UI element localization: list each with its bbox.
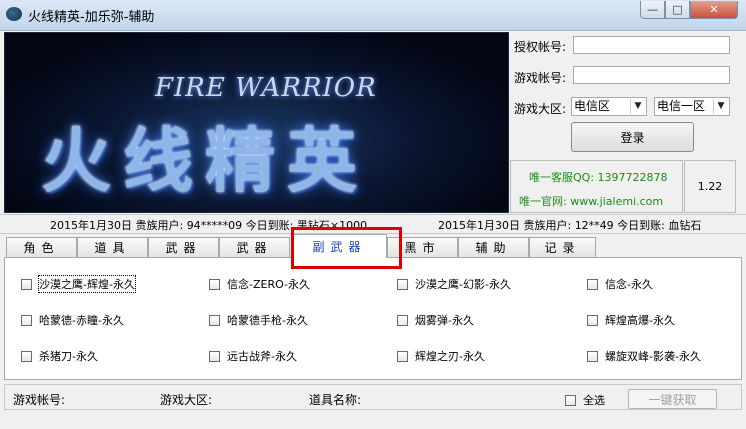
footer-game-region-label: 游戏大区: [160,393,213,407]
item-label: 哈蒙德-赤瞳-永久 [39,314,124,327]
region-select-2-value: 电信一区 [657,99,706,113]
checkbox[interactable] [21,278,32,290]
item-checkbox[interactable]: 烟雾弹-永久 [397,312,474,328]
item-checkbox[interactable]: 沙漠之鹰-幻影-永久 [397,276,511,292]
official-site: 唯一官网: www.jialemi.com [519,195,664,208]
item-checkbox[interactable]: 沙漠之鹰-辉煌-永久 [21,275,136,293]
item-checkbox[interactable]: 哈蒙德手枪-永久 [209,312,308,328]
tab-character[interactable]: 角色 [6,237,77,257]
window-title: 火线精英-加乐弥-辅助 [28,10,155,25]
item-label: 螺旋双峰-影袭-永久 [605,350,701,363]
item-checkbox[interactable]: 螺旋双峰-影袭-永久 [587,348,701,364]
banner-title: 火线精英 [41,120,369,202]
region-select-2[interactable]: 电信一区 ▼ [654,97,730,116]
item-label: 信念-ZERO-永久 [227,278,311,291]
info-box: 唯一客服QQ: 1397722878 唯一官网: www.jialemi.com [510,160,683,213]
maximize-button[interactable]: □ [665,1,690,19]
checkbox[interactable] [587,350,598,362]
item-label: 沙漠之鹰-幻影-永久 [415,278,511,291]
item-checkbox[interactable]: 杀猪刀-永久 [21,348,98,364]
select-all-label: 全选 [583,394,605,407]
checkbox[interactable] [587,278,598,290]
item-label: 辉煌之刃-永久 [415,350,485,363]
checkbox[interactable] [21,350,32,362]
tab-assist[interactable]: 辅助 [458,237,529,257]
region-select-1[interactable]: 电信区 ▼ [571,97,647,116]
item-label: 烟雾弹-永久 [415,314,474,327]
item-label: 杀猪刀-永久 [39,350,98,363]
tab-weapons[interactable]: 武器 [148,237,219,257]
minimize-button[interactable]: — [640,1,665,19]
item-label: 沙漠之鹰-辉煌-永久 [38,275,136,293]
item-checkbox[interactable]: 远古战斧-永久 [209,348,297,364]
checkbox[interactable] [209,314,220,326]
item-label: 辉煌高爆-永久 [605,314,675,327]
close-button[interactable]: ✕ [690,1,738,19]
banner-image: FIRE WARRIOR 火线精英 [4,32,509,213]
tab-props[interactable]: 道具 [77,237,148,257]
tab-weapons-2[interactable]: 武器 [219,237,290,257]
item-label: 信念-永久 [605,278,653,291]
item-checkbox[interactable]: 信念-永久 [587,276,653,292]
checkbox[interactable] [587,314,598,326]
chevron-down-icon: ▼ [630,99,645,114]
highlight-box [291,227,402,269]
chevron-down-icon: ▼ [713,99,728,114]
app-icon [6,7,22,21]
item-label: 远古战斧-永久 [227,350,297,363]
game-account-input[interactable] [573,66,730,84]
select-all-checkbox[interactable]: 全选 [565,392,605,408]
support-qq: 唯一客服QQ: 1397722878 [529,171,668,184]
tab-records[interactable]: 记录 [529,237,596,257]
fetch-all-button[interactable]: 一键获取 [628,389,717,409]
footer-game-account-label: 游戏帐号: [13,393,66,407]
banner-subtitle: FIRE WARRIOR [155,73,377,103]
game-account-label: 游戏帐号: [514,71,567,85]
checkbox[interactable] [209,278,220,290]
item-checkbox[interactable]: 辉煌高爆-永久 [587,312,675,328]
region-label: 游戏大区: [514,102,567,116]
item-checkbox[interactable]: 辉煌之刃-永久 [397,348,485,364]
item-checkbox[interactable]: 信念-ZERO-永久 [209,276,310,292]
auth-account-label: 授权帐号: [514,40,567,54]
item-checkbox[interactable]: 哈蒙德-赤瞳-永久 [21,312,124,328]
version-label: 1.22 [684,160,736,213]
footer-item-name-label: 道具名称: [309,393,362,407]
checkbox[interactable] [565,394,576,406]
item-label: 哈蒙德手枪-永久 [227,314,308,327]
checkbox[interactable] [209,350,220,362]
checkbox[interactable] [397,278,408,290]
checkbox[interactable] [397,350,408,362]
auth-account-input[interactable] [573,36,730,54]
checkbox[interactable] [397,314,408,326]
login-button[interactable]: 登录 [571,122,694,152]
region-select-1-value: 电信区 [574,99,611,113]
checkbox[interactable] [21,314,32,326]
marquee-text-2: 2015年1月30日 贵族用户: 12**49 今日到账: 血钻石 [438,219,702,232]
